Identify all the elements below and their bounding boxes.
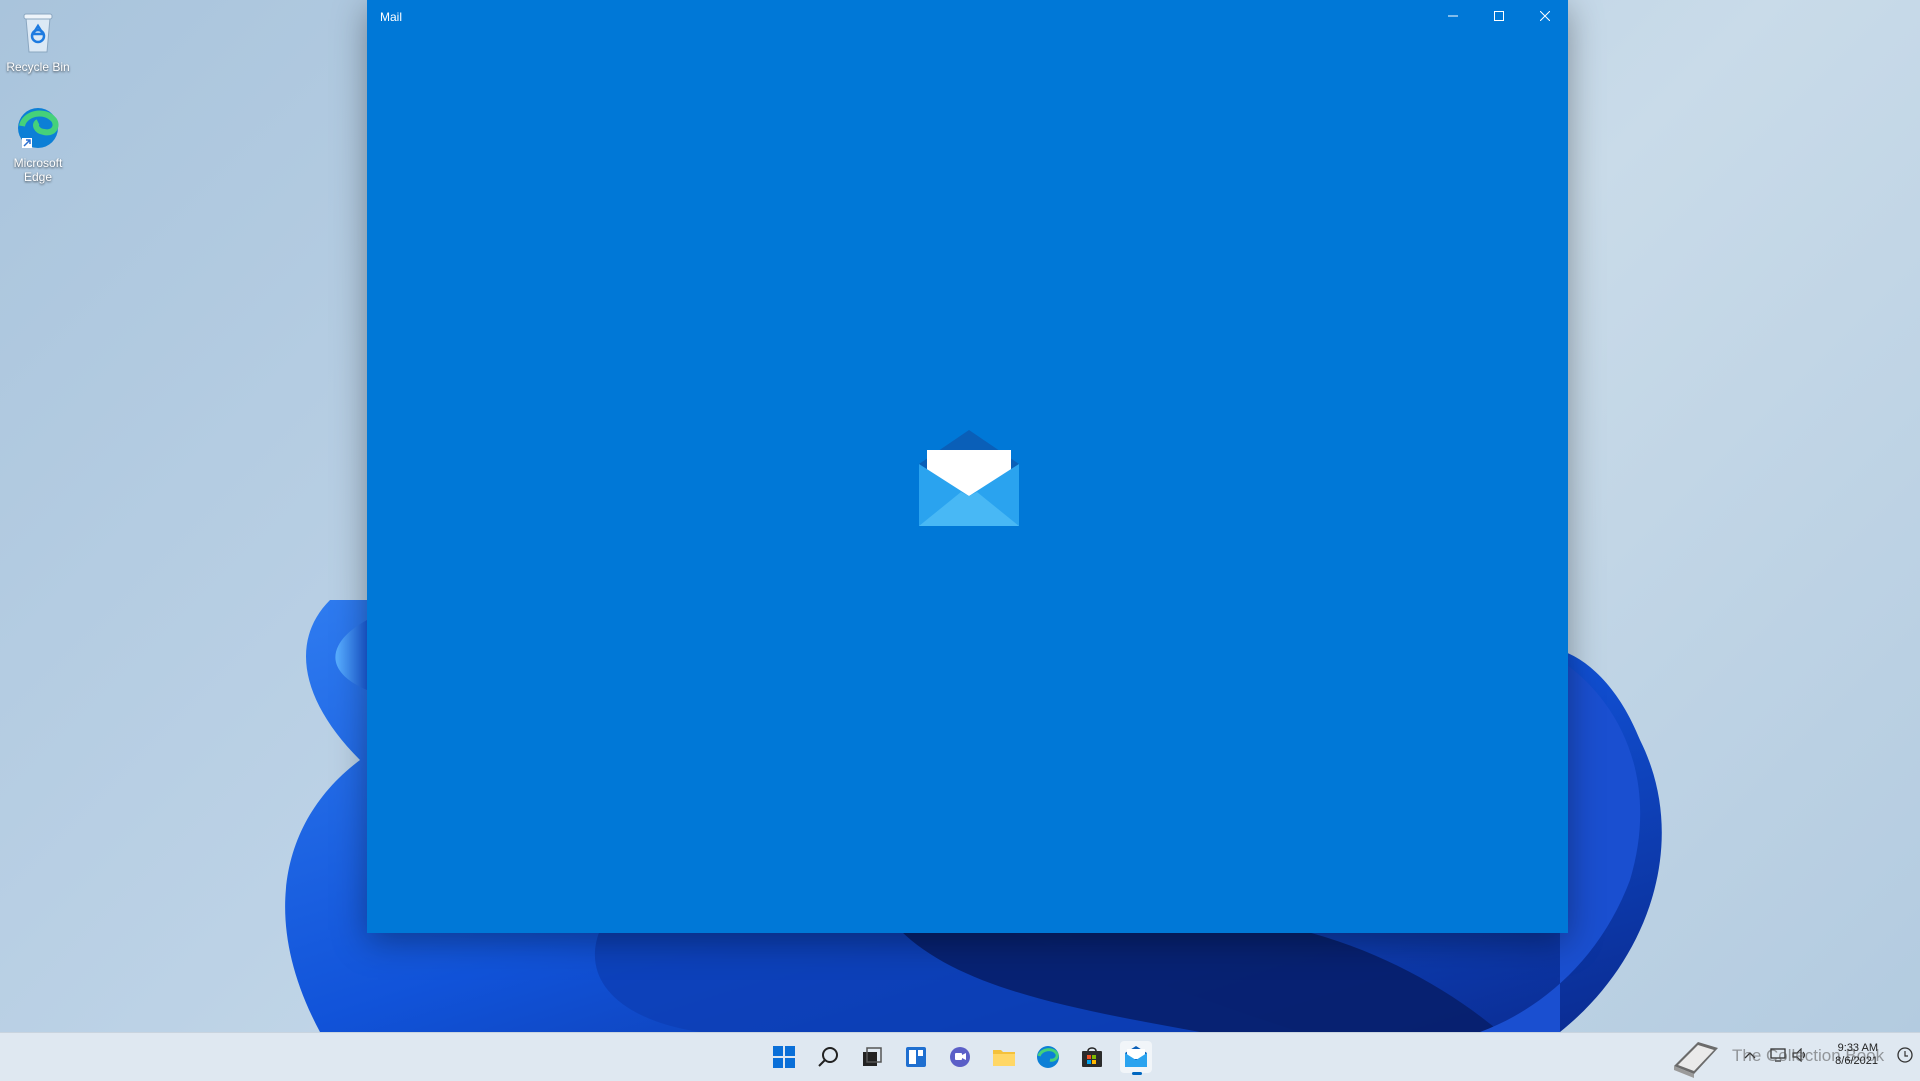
chat-button[interactable] (944, 1041, 976, 1073)
store-button[interactable] (1076, 1041, 1108, 1073)
clock-date: 8/6/2021 (1835, 1055, 1878, 1067)
widgets-icon (906, 1047, 926, 1067)
edge-icon (14, 104, 62, 152)
active-app-indicator (1132, 1072, 1142, 1075)
recycle-bin-icon (14, 8, 62, 56)
minimize-icon (1448, 15, 1458, 17)
file-explorer-button[interactable] (988, 1041, 1020, 1073)
title-bar[interactable]: Mail (367, 0, 1568, 32)
edge-button[interactable] (1032, 1041, 1064, 1073)
task-view-button[interactable] (856, 1041, 888, 1073)
start-icon (773, 1046, 795, 1068)
widgets-button[interactable] (900, 1041, 932, 1073)
start-button[interactable] (768, 1041, 800, 1073)
minimize-button[interactable] (1430, 0, 1476, 32)
maximize-icon (1494, 11, 1504, 21)
clock-time: 9:33 AM (1837, 1042, 1878, 1054)
taskbar (0, 1032, 1920, 1081)
mail-envelope-icon (919, 430, 1019, 526)
book-watermark-icon (1674, 1042, 1718, 1078)
desktop-icon-label: Recycle Bin (6, 60, 70, 74)
desktop-icon-edge[interactable]: Microsoft Edge (0, 104, 76, 184)
close-icon (1540, 11, 1550, 21)
desktop-icon-recycle-bin[interactable]: Recycle Bin (0, 8, 76, 74)
file-explorer-icon (993, 1050, 1015, 1066)
mail-icon (1125, 1046, 1147, 1067)
search-icon (818, 1047, 838, 1067)
close-button[interactable] (1522, 0, 1568, 32)
notification-icon[interactable] (1896, 1046, 1914, 1064)
desktop-icon-label: Microsoft Edge (13, 156, 63, 184)
chat-icon (950, 1047, 970, 1067)
maximize-button[interactable] (1476, 0, 1522, 32)
mail-window: Mail (367, 0, 1568, 933)
store-icon (1082, 1047, 1102, 1067)
edge-icon (1037, 1046, 1059, 1068)
clock[interactable]: 9:33 AM 8/6/2021 (1835, 1042, 1878, 1068)
window-title: Mail (380, 10, 403, 24)
mail-taskbar-button[interactable] (1120, 1041, 1152, 1073)
search-button[interactable] (812, 1041, 844, 1073)
task-view-icon (863, 1047, 882, 1066)
